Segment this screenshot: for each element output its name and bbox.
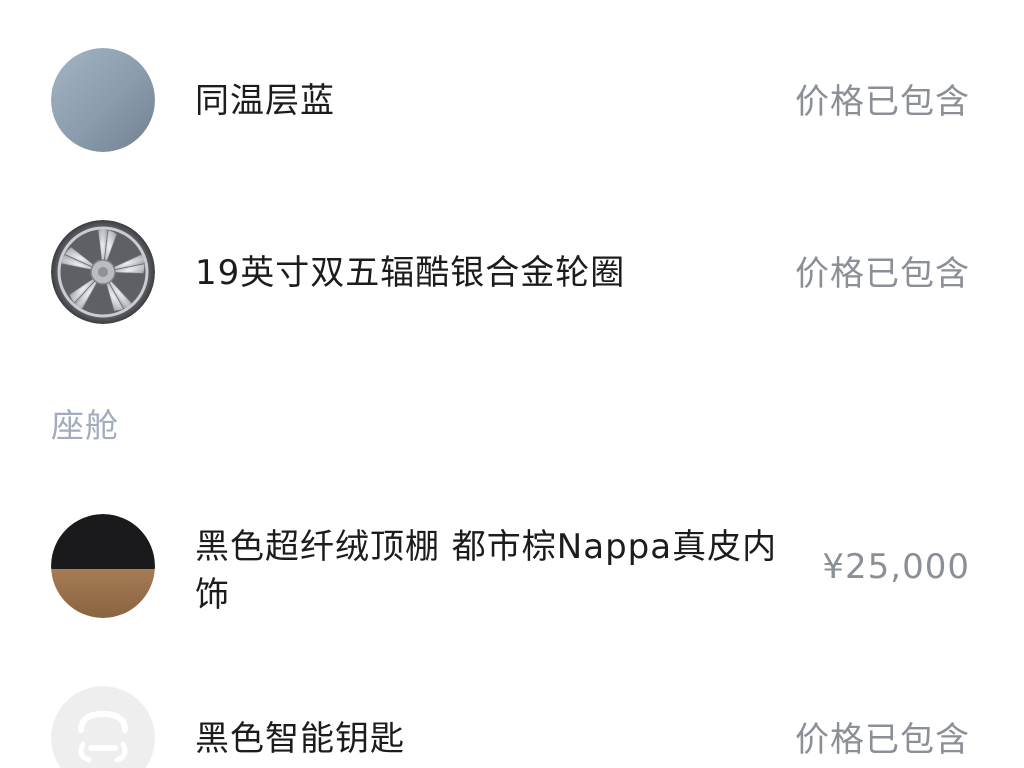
option-price: 价格已包含 xyxy=(795,82,970,122)
option-price: 价格已包含 xyxy=(795,720,970,760)
option-row-interior[interactable]: 黑色超纤绒顶棚 都市棕Nappa真皮内 饰 ¥25,000 xyxy=(0,512,1024,622)
option-row-smart-key[interactable]: 黑色智能钥匙 价格已包含 xyxy=(0,684,1024,768)
option-row-wheels[interactable]: 19英寸双五辐酷银合金轮圈 价格已包含 xyxy=(0,218,1024,328)
option-name-line2: 饰 xyxy=(195,575,230,615)
option-row-paint[interactable]: 同温层蓝 价格已包含 xyxy=(0,46,1024,156)
configuration-summary: 同温层蓝 价格已包含 19英寸双五辐酷银合金轮圈 价格已包含 座舱 黑色超纤绒顶… xyxy=(0,0,1024,768)
option-name: 黑色智能钥匙 xyxy=(195,719,405,759)
option-name-line1: 黑色超纤绒顶棚 都市棕Nappa真皮内 xyxy=(195,527,778,567)
smart-key-icon xyxy=(51,686,155,768)
option-price: 价格已包含 xyxy=(795,254,970,294)
interior-swatch-icon xyxy=(51,514,155,618)
option-name: 19英寸双五辐酷银合金轮圈 xyxy=(195,253,626,293)
option-price: ¥25,000 xyxy=(822,547,970,587)
alloy-wheel-icon xyxy=(51,220,155,324)
section-title-cabin: 座舱 xyxy=(51,406,119,445)
color-swatch-icon xyxy=(51,48,155,152)
option-name: 同温层蓝 xyxy=(195,81,335,121)
